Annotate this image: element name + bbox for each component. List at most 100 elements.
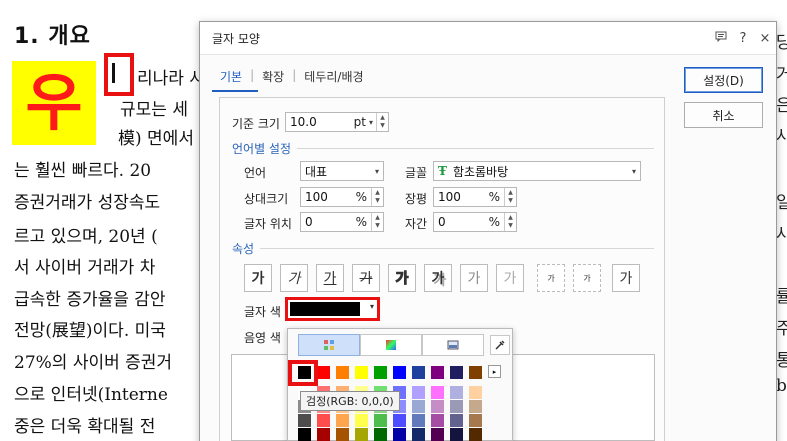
doc-right-fragment: 주 [776, 319, 787, 339]
color-swatch[interactable] [412, 414, 425, 427]
color-swatch[interactable] [374, 428, 387, 441]
tab-basic[interactable]: 기본 [212, 68, 250, 85]
chevron-down-icon: ▾ [631, 166, 636, 176]
color-swatch[interactable] [393, 428, 406, 441]
color-swatch[interactable] [431, 400, 444, 413]
char-position-input[interactable]: 0 % ▲ ▼ [300, 212, 384, 232]
percent-unit: % [488, 215, 500, 229]
color-swatch[interactable] [336, 414, 349, 427]
engrave-button[interactable]: 가 [496, 264, 524, 292]
tab-extended[interactable]: 확장 [254, 68, 292, 85]
outline-button[interactable]: 가 [388, 264, 416, 292]
active-tab-indicator [212, 90, 258, 92]
comment-icon[interactable] [710, 31, 732, 46]
char-spacing-input[interactable]: 0 % ▲ ▼ [433, 212, 517, 232]
section-divider [260, 248, 654, 249]
color-swatch[interactable] [431, 366, 444, 379]
relative-size-input[interactable]: 100 % ▲ ▼ [300, 187, 384, 207]
text-color-picker[interactable]: ▾ [285, 297, 380, 321]
color-swatch[interactable] [317, 428, 330, 441]
doc-right-fragment: b [776, 376, 787, 396]
doc-line-2: 규모는 세 [120, 100, 188, 120]
text-color-swatch [290, 302, 360, 316]
percent-unit: % [355, 190, 367, 204]
chevron-down-icon: ▾ [369, 302, 374, 311]
char-spacing-spinner[interactable]: ▲ ▼ [504, 213, 516, 231]
color-swatch[interactable] [469, 400, 482, 413]
color-swatch[interactable] [355, 414, 368, 427]
color-swatch[interactable] [355, 366, 368, 379]
language-select[interactable]: 대표 ▾ [300, 161, 384, 181]
dialog-titlebar[interactable]: 글자 모양 ? × [200, 22, 776, 55]
width-ratio-spinner[interactable]: ▲ ▼ [504, 188, 516, 206]
shade-color-label: 음영 색 [244, 331, 281, 345]
char-spacing-value: 0 [438, 215, 446, 229]
emboss-button[interactable]: 가 [460, 264, 488, 292]
width-ratio-input[interactable]: 100 % ▲ ▼ [433, 187, 517, 207]
close-button[interactable]: × [754, 31, 776, 46]
char-spacing-label: 자간 [405, 217, 428, 231]
color-swatch[interactable] [469, 366, 482, 379]
color-swatch[interactable] [336, 366, 349, 379]
color-swatch[interactable] [355, 428, 368, 441]
normal-button[interactable]: 가 [612, 264, 640, 292]
color-swatch[interactable] [412, 428, 425, 441]
base-size-spinner[interactable]: ▲ ▼ [376, 113, 388, 131]
attr-section-title: 속성 [232, 242, 255, 256]
tab-border-background[interactable]: 테두리/배경 [296, 68, 371, 85]
color-swatch[interactable] [469, 428, 482, 441]
eyedropper-icon[interactable] [490, 335, 510, 355]
color-swatch[interactable] [469, 386, 482, 399]
color-swatch[interactable] [431, 414, 444, 427]
strikethrough-button[interactable]: 가 [352, 264, 380, 292]
color-swatch[interactable] [450, 366, 463, 379]
color-swatch[interactable] [450, 386, 463, 399]
color-swatch[interactable] [469, 414, 482, 427]
chevron-down-icon[interactable]: ▾ [369, 118, 373, 127]
cancel-button[interactable]: 취소 [684, 102, 763, 128]
char-position-spinner[interactable]: ▲ ▼ [371, 213, 383, 231]
color-swatch[interactable] [298, 428, 311, 441]
more-colors-button[interactable]: ▸ [488, 365, 501, 378]
color-swatch[interactable] [450, 414, 463, 427]
cursor-highlight [104, 53, 134, 96]
color-swatch[interactable] [336, 428, 349, 441]
font-select[interactable]: Ŧ 함초롬바탕 ▾ [433, 161, 641, 181]
color-swatch[interactable] [412, 386, 425, 399]
color-swatch[interactable] [431, 428, 444, 441]
superscript-button[interactable]: 가 [537, 264, 565, 292]
base-size-input[interactable]: 10.0 pt ▾ ▲ ▼ [285, 112, 389, 132]
color-swatch[interactable] [374, 366, 387, 379]
color-swatch[interactable] [431, 386, 444, 399]
chevron-down-icon: ▾ [374, 166, 379, 176]
color-swatch[interactable] [450, 400, 463, 413]
underline-button[interactable]: 가 [316, 264, 344, 292]
doc-right-fragment: 통 [776, 351, 787, 371]
palette-tab-spectrum[interactable] [360, 334, 422, 356]
ok-button[interactable]: 설정(D) [684, 67, 763, 93]
color-swatch[interactable] [374, 414, 387, 427]
color-swatch[interactable] [393, 414, 406, 427]
color-swatch[interactable] [450, 428, 463, 441]
char-position-value: 0 [305, 215, 313, 229]
italic-button[interactable]: 가 [280, 264, 308, 292]
color-swatch[interactable] [393, 366, 406, 379]
color-swatch[interactable] [317, 414, 330, 427]
relative-size-spinner[interactable]: ▲ ▼ [371, 188, 383, 206]
help-button[interactable]: ? [732, 31, 754, 46]
palette-tab-theme[interactable] [298, 334, 360, 356]
shadow-button[interactable]: 가 [424, 264, 452, 292]
palette-tab-custom[interactable] [422, 334, 484, 356]
color-swatch[interactable] [412, 366, 425, 379]
bold-button[interactable]: 가 [244, 264, 272, 292]
doc-right-fragment: 사 [776, 127, 787, 147]
color-swatch[interactable] [412, 400, 425, 413]
color-swatch[interactable] [317, 366, 330, 379]
doc-line-8: 급속한 증가율을 감안 [14, 290, 166, 310]
color-swatch[interactable] [298, 414, 311, 427]
text-caret [112, 63, 115, 83]
subscript-button[interactable]: 가 [573, 264, 601, 292]
doc-line-1: 리나라 사 [137, 69, 205, 89]
relative-size-value: 100 [305, 190, 328, 204]
base-size-label: 기준 크기 [232, 117, 280, 131]
